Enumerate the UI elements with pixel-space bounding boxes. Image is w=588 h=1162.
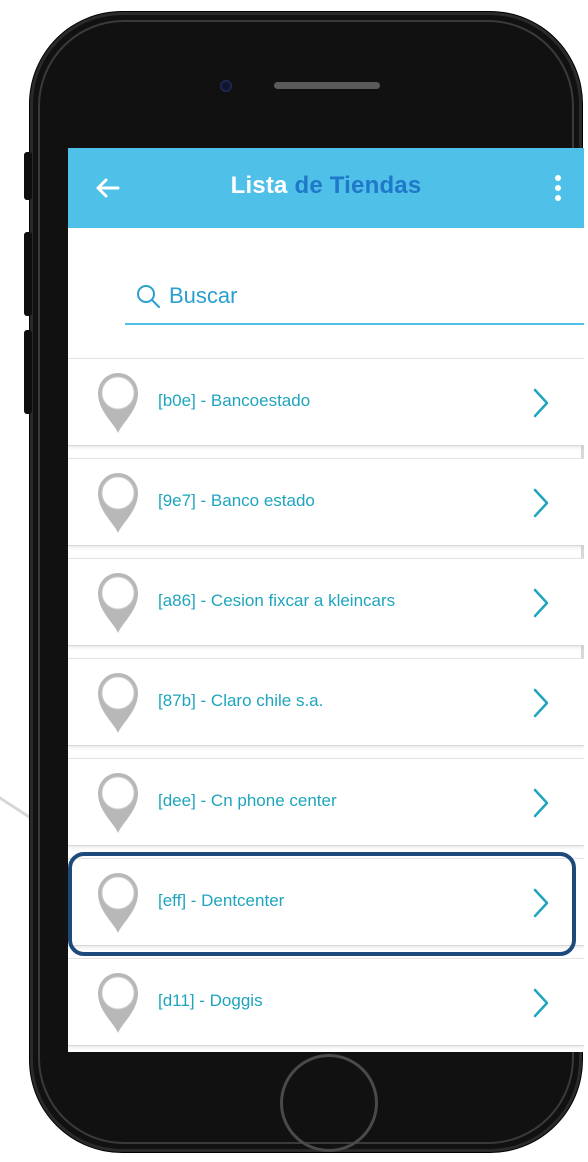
store-label: [d11] - Doggis xyxy=(158,991,263,1010)
map-pin-icon xyxy=(98,473,138,533)
chevron-right-icon xyxy=(533,988,549,1018)
page-title-part2: de Tiendas xyxy=(294,172,422,199)
home-button[interactable] xyxy=(280,1054,378,1152)
store-label: [87b] - Claro chile s.a. xyxy=(158,691,324,710)
search-input[interactable] xyxy=(169,279,569,313)
store-label: [eff] - Dentcenter xyxy=(158,891,285,910)
volume-up-button xyxy=(24,232,32,316)
store-list-item[interactable]: [d11] - Doggis xyxy=(68,958,584,1046)
chevron-right-icon xyxy=(533,588,549,618)
phone-frame: Lista de Tiendas [b0e] - Bancoestado [9e7… xyxy=(24,12,584,1152)
page-title-part1: Lista xyxy=(230,172,288,199)
map-pin-icon xyxy=(98,973,138,1033)
map-pin-icon xyxy=(98,573,138,633)
screen: Lista de Tiendas [b0e] - Bancoestado [9e7… xyxy=(68,148,584,1052)
map-pin-icon xyxy=(98,373,138,433)
volume-down-button xyxy=(24,330,32,414)
stage: Lista de Tiendas [b0e] - Bancoestado [9e7… xyxy=(0,0,588,1162)
mute-switch xyxy=(24,152,32,200)
store-label: [9e7] - Banco estado xyxy=(158,491,315,510)
search-field[interactable] xyxy=(125,273,584,325)
store-list-item[interactable]: [a86] - Cesion fixcar a kleincars xyxy=(68,558,584,646)
store-list-item[interactable]: [b0e] - Bancoestado xyxy=(68,358,584,446)
chevron-right-icon xyxy=(533,688,549,718)
chevron-right-icon xyxy=(533,888,549,918)
map-pin-icon xyxy=(98,673,138,733)
store-list-item[interactable]: [9e7] - Banco estado xyxy=(68,458,584,546)
app-bar: Lista de Tiendas xyxy=(68,148,584,228)
store-label: [b0e] - Bancoestado xyxy=(158,391,311,410)
front-camera xyxy=(220,80,232,92)
store-label: [dee] - Cn phone center xyxy=(158,791,337,810)
map-pin-icon xyxy=(98,773,138,833)
store-list-item[interactable]: [dee] - Cn phone center xyxy=(68,758,584,846)
map-pin-icon xyxy=(98,873,138,933)
earpiece-speaker xyxy=(274,82,380,89)
chevron-right-icon xyxy=(533,388,549,418)
store-label: [a86] - Cesion fixcar a kleincars xyxy=(158,591,396,610)
store-list-item[interactable]: [eff] - Dentcenter xyxy=(68,858,584,946)
page-title: Lista de Tiendas xyxy=(68,172,584,200)
store-list: [b0e] - Bancoestado [9e7] - Banco estado [… xyxy=(68,358,584,1052)
store-list-item[interactable]: [87b] - Claro chile s.a. xyxy=(68,658,584,746)
chevron-right-icon xyxy=(533,788,549,818)
search-icon xyxy=(137,285,160,308)
more-vertical-icon[interactable] xyxy=(546,170,570,206)
chevron-right-icon xyxy=(533,488,549,518)
